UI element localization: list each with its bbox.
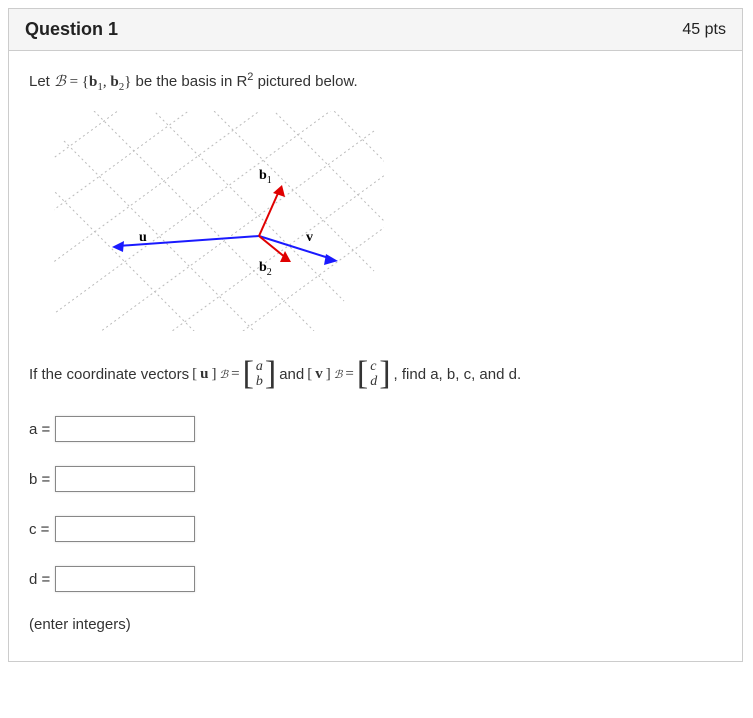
prompt-text: Let ℬ = {b1, b2} be the basis in R2 pict…: [29, 71, 722, 93]
v-close: ]: [326, 366, 331, 383]
question-card: Question 1 45 pts Let ℬ = {b1, b2} be th…: [8, 8, 743, 662]
entry-c: c: [370, 359, 377, 374]
v-open: [: [307, 366, 312, 383]
vector-v: [259, 236, 338, 265]
entry-b: b: [256, 374, 263, 389]
eq-post: , find a, b, c, and d.: [394, 366, 522, 383]
v-sub: ℬ: [334, 368, 343, 381]
grid-lines: [54, 111, 384, 331]
v-vec: v: [315, 366, 323, 383]
label-d: d =: [29, 571, 55, 588]
entry-a: a: [256, 359, 263, 374]
eq-pre: If the coordinate vectors: [29, 366, 189, 383]
label-c: c =: [29, 521, 55, 538]
question-header: Question 1 45 pts: [9, 9, 742, 51]
v-label: v: [306, 230, 313, 245]
input-d[interactable]: [55, 566, 195, 592]
b2: b: [110, 74, 118, 90]
plot: b1 b2 u v: [54, 111, 722, 336]
prompt-pre: Let: [29, 73, 54, 90]
u-label: u: [139, 230, 147, 245]
row-b: b =: [29, 466, 722, 492]
input-c[interactable]: [55, 516, 195, 542]
input-b[interactable]: [55, 466, 195, 492]
eq2: =: [345, 366, 353, 383]
eq-and: and: [279, 366, 304, 383]
question-body: Let ℬ = {b1, b2} be the basis in R2 pict…: [9, 51, 742, 661]
prompt-lbrace: {: [82, 74, 89, 90]
hint-text: (enter integers): [29, 616, 722, 633]
cd-vector: [ cd ]: [357, 358, 391, 390]
vector-u: [112, 236, 259, 252]
row-c: c =: [29, 516, 722, 542]
row-a: a =: [29, 416, 722, 442]
entry-d: d: [370, 374, 377, 389]
vector-b2: [259, 236, 291, 262]
vector-b1: [259, 185, 285, 236]
u-vec: u: [200, 366, 208, 383]
question-title: Question 1: [25, 19, 118, 40]
prompt-postsup: pictured below.: [253, 73, 357, 90]
prompt-post: be the basis in R: [131, 73, 247, 90]
b2-label: b2: [259, 260, 272, 278]
basis-B: ℬ: [54, 74, 66, 90]
ab-vector: [ ab ]: [243, 358, 277, 390]
input-a[interactable]: [55, 416, 195, 442]
label-a: a =: [29, 421, 55, 438]
prompt-eq: =: [66, 74, 82, 90]
b1-label: b1: [259, 168, 272, 186]
u-open: [: [192, 366, 197, 383]
u-sub: ℬ: [219, 368, 228, 381]
equation-line: If the coordinate vectors [u]ℬ = [ ab ] …: [29, 358, 722, 390]
question-points: 45 pts: [682, 21, 726, 39]
u-close: ]: [211, 366, 216, 383]
label-b: b =: [29, 471, 55, 488]
plot-svg: b1 b2 u v: [54, 111, 384, 331]
row-d: d =: [29, 566, 722, 592]
eq1: =: [231, 366, 239, 383]
